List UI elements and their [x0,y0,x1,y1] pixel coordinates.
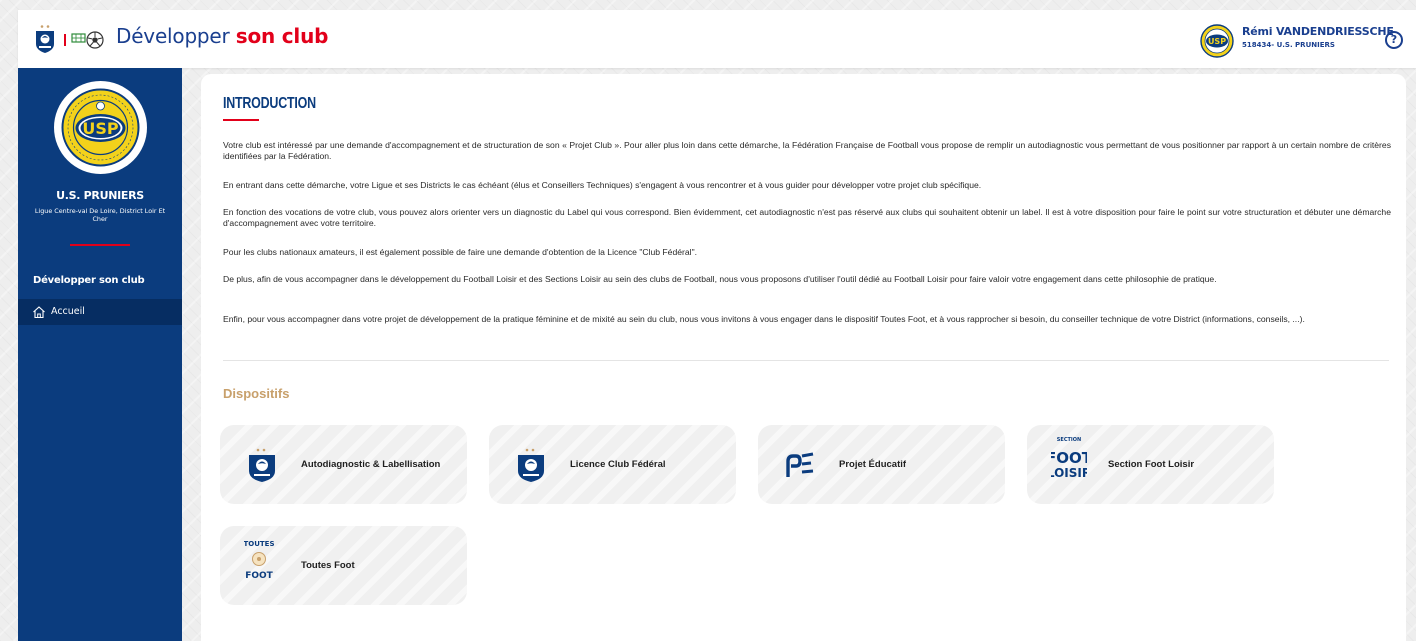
fff-logo-icon[interactable] [34,24,56,54]
sidebar-section-title[interactable]: Développer son club [33,275,145,286]
club-logo: USP [54,81,147,174]
intro-paragraph: Pour les clubs nationaux amateurs, il es… [223,247,698,257]
user-name[interactable]: Rémi VANDENDRIESSCHE [1242,25,1394,38]
card-autodiagnostic[interactable]: Autodiagnostic & Labellisation [220,425,467,504]
intro-title: INTRODUCTION [223,95,316,112]
sidebar: USP U.S. PRUNIERS Ligue Centre-val De Lo… [18,68,182,641]
card-section-foot-loisir[interactable]: SECTION FOOT LOISIR Section Foot Loisir [1027,425,1274,504]
home-icon [33,306,45,319]
card-licence-club-federal[interactable]: Licence Club Fédéral [489,425,736,504]
intro-paragraph: En fonction des vocations de votre club,… [223,207,1391,228]
foot-loisir-text-section: SECTION [1057,437,1081,443]
user-club-logo-icon[interactable]: USP [1200,24,1234,58]
app-title-main: Développer [116,24,230,48]
dispositifs-title: Dispositifs [223,386,290,401]
football-goal-icon [71,31,104,49]
section-divider [223,360,1389,361]
sidebar-item-label: Accueil [51,306,85,317]
header-separator [64,34,66,46]
intro-paragraph: Votre club est intéressé par une demande… [223,140,1391,161]
card-label: Section Foot Loisir [1108,459,1195,470]
card-label: Projet Éducatif [839,459,907,470]
sidebar-item-accueil[interactable]: Accueil [18,299,182,325]
intro-underline [223,119,259,121]
app-title-accent: son club [235,24,329,48]
top-header: Développer son club USP Rémi VANDENDRIES… [18,10,1416,68]
card-toutes-foot[interactable]: TOUTES FOOT Toutes Foot [220,526,467,605]
card-label: Licence Club Fédéral [570,459,666,470]
main-content: INTRODUCTION Votre club est intéressé pa… [201,74,1406,641]
card-label: Toutes Foot [301,560,355,571]
intro-paragraph: Enfin, pour vous accompagner dans votre … [223,314,1305,324]
card-projet-educatif[interactable]: Projet Éducatif [758,425,1005,504]
fff-crest-icon [518,448,544,482]
foot-loisir-icon: SECTION FOOT LOISIR [1051,437,1087,480]
user-club-id: 518434- U.S. PRUNIERS [1242,41,1335,49]
card-label: Autodiagnostic & Labellisation [301,459,441,470]
club-league: Ligue Centre-val De Loire, District Loir… [34,207,166,223]
intro-paragraph: En entrant dans cette démarche, votre Li… [223,180,982,190]
toutes-foot-text-foot: FOOT [245,571,273,581]
toutes-foot-text-toutes: TOUTES [244,540,275,548]
app-title[interactable]: Développer son club [116,24,328,48]
toutes-foot-icon: TOUTES FOOT [244,540,275,581]
club-name: U.S. PRUNIERS [56,189,144,202]
fff-crest-icon [249,448,275,482]
club-crest-icon: USP [61,88,140,167]
foot-loisir-text-foot: FOOT [1051,449,1087,467]
user-club-logo-text: USP [1208,37,1226,46]
help-icon[interactable]: ? [1385,31,1403,49]
foot-loisir-text-loisir: LOISIR [1051,466,1087,480]
intro-paragraph: De plus, afin de vous accompagner dans l… [223,274,1217,284]
club-crest-text: USP [82,119,119,138]
projet-educatif-icon [786,452,814,477]
sidebar-divider [70,244,130,246]
